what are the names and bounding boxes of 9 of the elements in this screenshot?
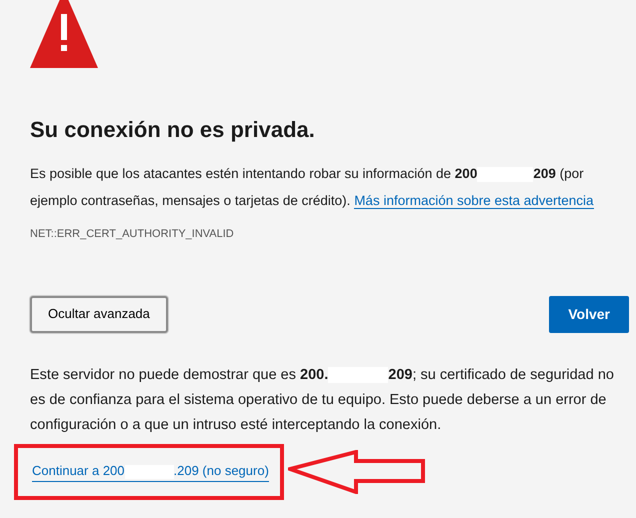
- arrow-icon: [288, 450, 425, 494]
- back-button[interactable]: Volver: [549, 296, 629, 332]
- warning-paragraph: Es posible que los atacantes estén intentando robar su información de 200 209 (por ejemplo contraseñas, mensajes o tarjetas de crédito). Más información sobre esta advertencia: [30, 165, 595, 211]
- details-paragraph: Este servidor no puede demostrar que es 200. 209; su certificado de seguridad no es de confianza para el sistema operativo de tu equipo. Esto puede deberse a un error de configuración o a que un intruso esté interceptando la conexión.: [30, 366, 615, 434]
- more-info-link[interactable]: Más información sobre esta advertencia: [354, 193, 594, 209]
- error-code: NET::ERR_CERT_AUTHORITY_INVALID: [30, 227, 235, 242]
- proceed-link[interactable]: Continuar a 200 .209 (no seguro): [32, 461, 269, 482]
- hide-advanced-button[interactable]: Ocultar avanzada: [30, 296, 168, 332]
- page-title: Su conexión no es privada.: [30, 116, 316, 144]
